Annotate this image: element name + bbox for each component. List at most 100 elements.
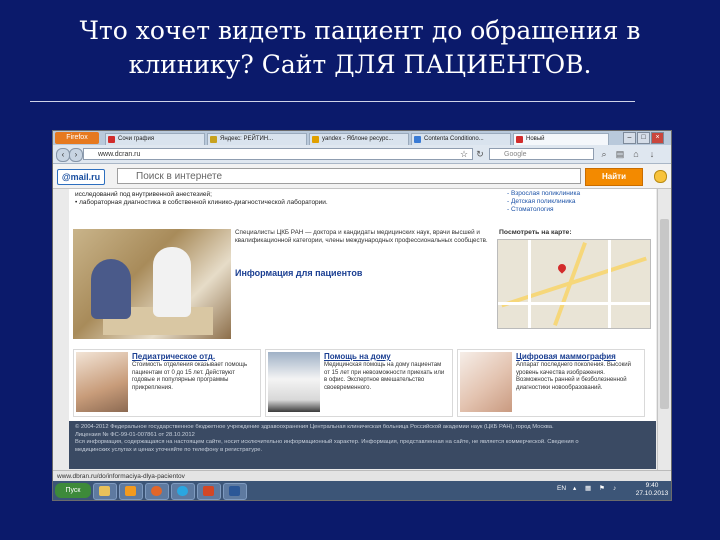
map-pin-icon — [556, 262, 568, 274]
smile-icon[interactable] — [654, 170, 667, 183]
card-pediatrics[interactable]: Педиатрическое отд. Стоимость отделения … — [73, 349, 261, 417]
tab-favicon-icon — [108, 136, 115, 143]
address-bar[interactable]: www.dcran.ru — [83, 148, 473, 160]
tab-label: yandex - Яблоне ресурс... — [322, 136, 394, 142]
windows-taskbar: Пуск EN ▴ ▦ ⚑ ♪ 9:40 27.10.2013 — [53, 481, 671, 500]
mailru-search-input[interactable]: Поиск в интернете — [117, 168, 581, 184]
language-indicator[interactable]: EN — [557, 485, 566, 493]
link-dentistry[interactable]: - Стоматология — [507, 206, 647, 214]
back-arrow-icon[interactable]: ‹ — [56, 148, 70, 162]
browser-tab[interactable]: Яндекс: РЕЙТИН... — [207, 133, 307, 145]
mailru-toolbar: @mail.ru ⚲ Поиск в интернете Найти — [53, 164, 671, 189]
clock-time: 9:40 — [645, 482, 659, 489]
location-map[interactable] — [497, 239, 651, 329]
home-icon[interactable]: ⌂ — [631, 149, 641, 159]
reload-icon[interactable]: ↻ — [475, 149, 485, 159]
card-title[interactable]: Цифровая маммография — [516, 352, 616, 361]
browser-tab[interactable]: Сочи графия — [105, 133, 205, 145]
card-home-care[interactable]: Помощь на дому Медицинская помощь на дом… — [265, 349, 453, 417]
tab-favicon-icon — [414, 136, 421, 143]
patient-info-heading[interactable]: Информация для пациентов — [235, 268, 362, 278]
mailru-search-placeholder: Поиск в интернете — [136, 171, 223, 182]
browser-search-field[interactable]: Google — [489, 148, 594, 160]
tray-arrow-icon[interactable]: ▴ — [573, 485, 576, 493]
slide-title-line-1: Что хочет видеть пациент до обращения в — [79, 16, 641, 45]
close-window-button[interactable]: × — [651, 132, 664, 144]
browser-tab[interactable]: yandex - Яблоне ресурс... — [309, 133, 409, 145]
system-clock[interactable]: 9:40 27.10.2013 — [635, 482, 669, 498]
title-underline — [30, 101, 635, 102]
taskbar-app[interactable] — [145, 483, 169, 500]
mammography-photo — [460, 352, 512, 412]
status-bar: www.dbran.ru/do/informaciya-dlya-pacient… — [53, 470, 671, 481]
footer-line: Вся информация, содержащаяся на настояще… — [75, 439, 579, 445]
footer-line: медицинских услугах и ценах уточняйте по… — [75, 446, 263, 453]
browser-screenshot: Firefox Сочи графия Яндекс: РЕЙТИН... ya… — [52, 130, 672, 501]
clock-date: 27.10.2013 — [635, 490, 669, 497]
ambulance-photo — [268, 352, 320, 412]
browser-tab[interactable]: Contenta Conditiono... — [411, 133, 511, 145]
mailru-logo[interactable]: @mail.ru — [57, 169, 105, 185]
mailru-find-button[interactable]: Найти — [585, 168, 643, 186]
word-icon — [229, 486, 240, 496]
tab-label: Contenta Conditiono... — [424, 136, 484, 142]
page-footer: © 2004-2012 Федеральное государственное … — [69, 421, 656, 469]
card-text: Аппарат последнего поколения. Высокий ур… — [516, 362, 631, 391]
list-item: • лабораторная диагностика в собственной… — [75, 199, 328, 206]
skype-icon — [177, 486, 188, 496]
maximize-window-button[interactable]: □ — [637, 132, 650, 144]
tab-favicon-icon — [516, 136, 523, 143]
department-links: - Взрослая поликлиника - Детская поликли… — [507, 190, 647, 214]
slide-title-line-2: клинику? Сайт ДЛЯ ПАЦИЕНТОВ. — [128, 50, 592, 79]
status-url: www.dbran.ru/do/informaciya-dlya-pacient… — [57, 473, 185, 480]
taskbar-app[interactable] — [197, 483, 221, 500]
bookmark-star-icon[interactable]: ☆ — [459, 149, 469, 159]
taskbar-app[interactable] — [93, 483, 117, 500]
bookmarks-icon[interactable]: ▤ — [615, 149, 625, 159]
card-title[interactable]: Помощь на дому — [324, 352, 391, 361]
firefox-menu-button[interactable]: Firefox — [55, 132, 99, 144]
web-page: исследований под внутривенной анестезией… — [69, 189, 656, 469]
search-icon[interactable]: ⌕ — [599, 149, 609, 159]
browser-tab-bar: Firefox Сочи графия Яндекс: РЕЙТИН... ya… — [53, 131, 671, 145]
media-player-icon — [125, 486, 136, 496]
scrollbar-thumb[interactable] — [660, 219, 669, 409]
powerpoint-icon — [203, 486, 214, 496]
browser-tab-active[interactable]: Новый — [513, 133, 609, 145]
child-photo — [76, 352, 128, 412]
footer-line: Лицензия № ФС-99-01-007861 от 28.10.2012 — [75, 431, 195, 438]
taskbar-app[interactable] — [171, 483, 195, 500]
start-button[interactable]: Пуск — [55, 483, 91, 498]
minimize-window-button[interactable]: – — [623, 132, 636, 144]
browser-nav-bar: ‹ › www.dcran.ru ☆ ↻ Google ⌕ ▤ ⌂ ↓ — [53, 145, 671, 164]
vertical-scrollbar[interactable] — [657, 189, 671, 470]
specialists-text: Специалисты ЦКБ РАН — доктора и кандидат… — [235, 229, 488, 244]
tab-favicon-icon — [210, 136, 217, 143]
forward-arrow-icon[interactable]: › — [69, 148, 83, 162]
tab-favicon-icon — [312, 136, 319, 143]
card-mammography[interactable]: Цифровая маммография Аппарат последнего … — [457, 349, 645, 417]
link-adult-clinic[interactable]: - Взрослая поликлиника — [507, 190, 647, 198]
slide-title: Что хочет видеть пациент до обращения в … — [0, 14, 720, 82]
link-children-clinic[interactable]: - Детская поликлиника — [507, 198, 647, 206]
tray-network-icon[interactable]: ▦ — [585, 485, 591, 493]
map-label: Посмотреть на карте: — [499, 229, 572, 236]
tab-label: Сочи графия — [118, 136, 155, 142]
download-icon[interactable]: ↓ — [647, 149, 657, 159]
firefox-icon — [151, 486, 162, 496]
tab-label: Яндекс: РЕЙТИН... — [220, 136, 274, 142]
tray-volume-icon[interactable]: ♪ — [613, 485, 616, 493]
taskbar-app[interactable] — [119, 483, 143, 500]
folder-icon — [99, 486, 110, 496]
card-title[interactable]: Педиатрическое отд. — [132, 352, 215, 361]
doctor-consultation-photo — [73, 229, 231, 339]
url-text: www.dcran.ru — [98, 151, 141, 158]
list-item: исследований под внутривенной анестезией… — [75, 191, 212, 198]
taskbar-app[interactable] — [223, 483, 247, 500]
footer-line: © 2004-2012 Федеральное государственное … — [75, 424, 554, 430]
tab-label: Новый — [526, 136, 545, 142]
tray-flag-icon[interactable]: ⚑ — [599, 485, 605, 493]
services-list: исследований под внутривенной анестезией… — [75, 191, 475, 207]
card-text: Стоимость отделения оказывает помощь пац… — [132, 362, 248, 391]
browser-search-placeholder: Google — [504, 151, 527, 158]
